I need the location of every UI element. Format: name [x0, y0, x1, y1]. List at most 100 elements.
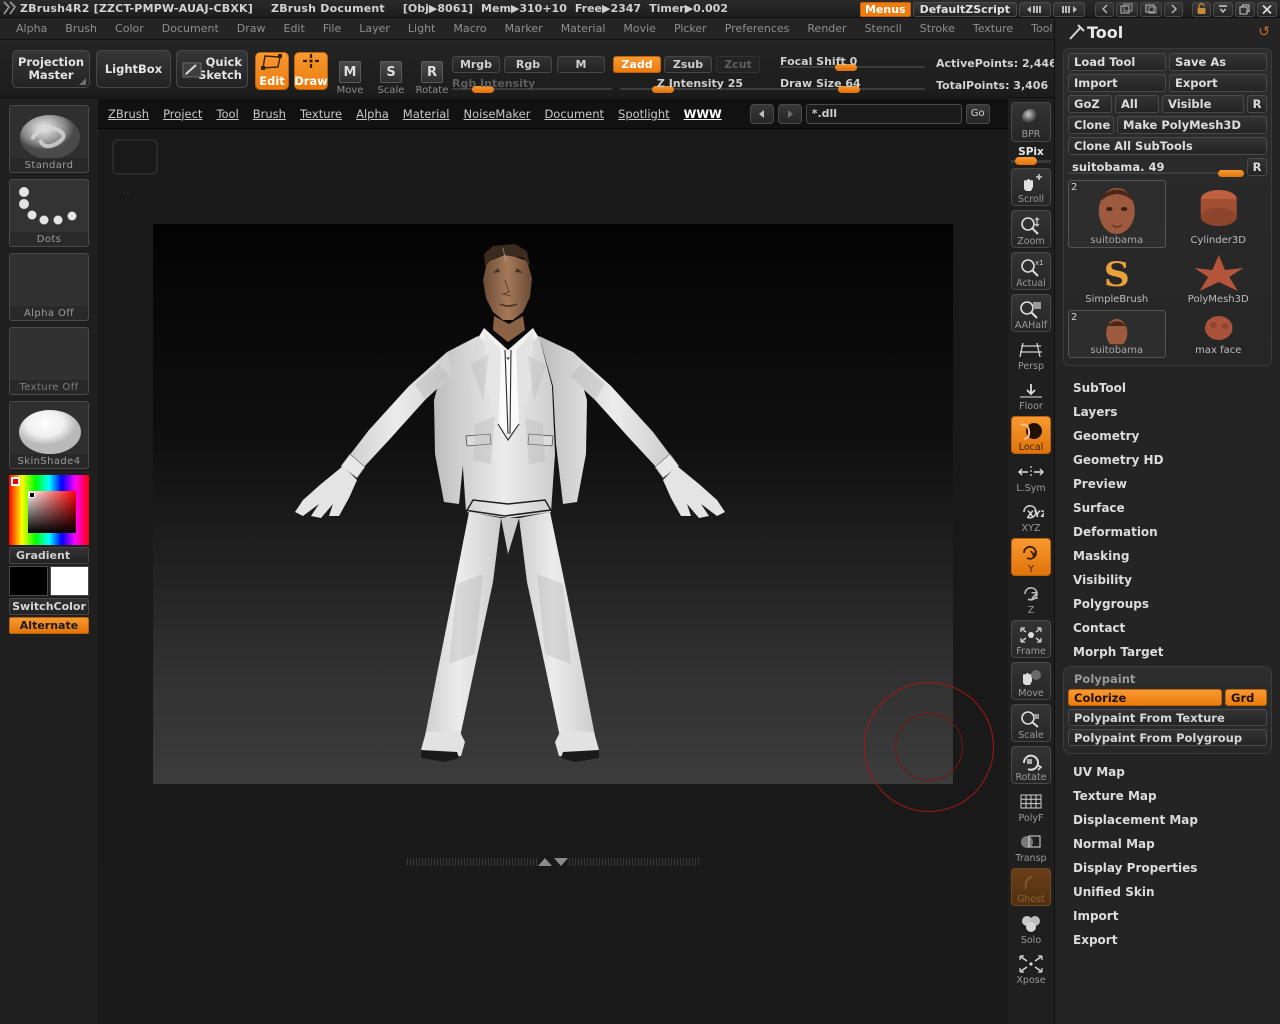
- nav-button-z[interactable]: ZZ: [1011, 580, 1051, 616]
- menu-item-stencil[interactable]: Stencil: [857, 19, 910, 38]
- nav-button-transp[interactable]: Transp: [1011, 828, 1051, 864]
- alternate-button[interactable]: Alternate: [9, 617, 89, 634]
- dropdown-corner-icon[interactable]: [79, 78, 86, 85]
- alpha-selector[interactable]: Alpha Off: [9, 253, 89, 321]
- r-button-1[interactable]: R: [1247, 95, 1267, 113]
- rgb-intensity-slider[interactable]: Rgb Intensity: [452, 76, 612, 93]
- window-prev-icon[interactable]: [1095, 1, 1114, 17]
- tool-thumb-maxface[interactable]: max face: [1170, 310, 1268, 358]
- tool-menu-import[interactable]: Import: [1055, 904, 1280, 928]
- tool-menu-masking[interactable]: Masking: [1055, 544, 1280, 568]
- edit-button[interactable]: Edit: [255, 52, 289, 90]
- menu-item-color[interactable]: Color: [107, 19, 152, 38]
- lightbox-go-button[interactable]: Go: [965, 103, 990, 124]
- menu-item-layer[interactable]: Layer: [351, 19, 398, 38]
- lightbox-tab-document[interactable]: Document: [544, 107, 604, 121]
- lightbox-tab-project[interactable]: Project: [163, 107, 202, 121]
- zscript-next-button[interactable]: [1053, 1, 1085, 17]
- projection-master-button[interactable]: Projection Master: [12, 50, 90, 88]
- menu-item-preferences[interactable]: Preferences: [717, 19, 798, 38]
- canvas-scroll-strip[interactable]: [98, 855, 1008, 869]
- tool-menu-uv-map[interactable]: UV Map: [1055, 760, 1280, 784]
- menu-item-picker[interactable]: Picker: [666, 19, 715, 38]
- lightbox-tab-www[interactable]: WWW: [684, 107, 722, 121]
- stroke-selector[interactable]: Dots: [9, 179, 89, 247]
- nav-button-xyz[interactable]: XYZ XYZ: [1011, 498, 1051, 534]
- nav-button-xpose[interactable]: Xpose: [1011, 950, 1051, 986]
- grd-button[interactable]: Grd: [1225, 689, 1267, 706]
- menu-item-brush[interactable]: Brush: [57, 19, 105, 38]
- tool-thumb-suitobama-small[interactable]: 2 suitobama: [1068, 310, 1166, 358]
- color-wheel[interactable]: [9, 475, 89, 545]
- menu-item-document[interactable]: Document: [154, 19, 227, 38]
- scroll-down-icon[interactable]: [554, 858, 568, 866]
- material-thumbnail[interactable]: SkinShade4: [9, 401, 89, 469]
- tile-windows-icon[interactable]: [1116, 1, 1138, 17]
- lightbox-tab-alpha[interactable]: Alpha: [356, 107, 389, 121]
- document-area[interactable]: [153, 224, 953, 784]
- draw-size-slider[interactable]: Draw Size 64: [780, 76, 925, 93]
- saturation-value-square[interactable]: [28, 491, 76, 533]
- lightbox-prev-button[interactable]: [749, 103, 774, 124]
- menu-item-texture[interactable]: Texture: [965, 19, 1021, 38]
- spix-knob[interactable]: [1015, 157, 1037, 165]
- color-picker-panel[interactable]: Gradient SwitchColor Alternate: [9, 475, 89, 634]
- zsub-button[interactable]: Zsub: [664, 56, 712, 73]
- tool-menu-surface[interactable]: Surface: [1055, 496, 1280, 520]
- tool-menu-geometry[interactable]: Geometry: [1055, 424, 1280, 448]
- primary-color-swatch[interactable]: [9, 566, 48, 596]
- polypaint-from-texture-button[interactable]: Polypaint From Texture: [1068, 709, 1267, 726]
- nav-button-scale[interactable]: Scale: [1011, 704, 1051, 742]
- menu-item-material[interactable]: Material: [553, 19, 614, 38]
- nav-button-ghost[interactable]: Ghost: [1011, 868, 1051, 906]
- material-selector[interactable]: SkinShade4: [9, 401, 89, 469]
- import-button[interactable]: Import: [1068, 74, 1166, 92]
- tool-menu-preview[interactable]: Preview: [1055, 472, 1280, 496]
- cycle-windows-icon[interactable]: [1140, 1, 1162, 17]
- nav-button-y[interactable]: YY: [1011, 538, 1051, 576]
- close-icon[interactable]: [1257, 1, 1277, 17]
- tool-menu-layers[interactable]: Layers: [1055, 400, 1280, 424]
- canvas-viewport[interactable]: ··: [98, 129, 1008, 869]
- rgb-button[interactable]: Rgb: [504, 56, 552, 73]
- tool-menu-visibility[interactable]: Visibility: [1055, 568, 1280, 592]
- colorize-button[interactable]: Colorize: [1068, 689, 1222, 706]
- stroke-thumbnail[interactable]: Dots: [9, 179, 89, 247]
- quick-sketch-button[interactable]: Quick Sketch: [176, 50, 248, 88]
- clone-all-subtools-button[interactable]: Clone All SubTools: [1068, 137, 1267, 155]
- color-swatches[interactable]: [9, 566, 89, 596]
- tool-menu-export[interactable]: Export: [1055, 928, 1280, 952]
- nav-button-solo[interactable]: Solo: [1011, 910, 1051, 946]
- restore-icon[interactable]: [1235, 1, 1255, 17]
- menu-item-render[interactable]: Render: [799, 19, 854, 38]
- menus-toggle[interactable]: Menus: [859, 1, 911, 17]
- tool-menu-morph-target[interactable]: Morph Target: [1055, 640, 1280, 664]
- model-render[interactable]: [153, 224, 953, 784]
- rotate-button[interactable]: R Rotate: [415, 52, 449, 96]
- tool-thumb-cylinder3d[interactable]: Cylinder3D: [1170, 180, 1268, 248]
- all-button[interactable]: All: [1115, 95, 1159, 113]
- nav-button-local[interactable]: Local: [1011, 416, 1051, 454]
- zadd-button[interactable]: Zadd: [613, 56, 661, 73]
- make-polymesh3d-button[interactable]: Make PolyMesh3D: [1117, 116, 1267, 134]
- lightbox-next-button[interactable]: [777, 103, 802, 124]
- lightbox-tab-zbrush[interactable]: ZBrush: [108, 107, 149, 121]
- tool-menu-unified-skin[interactable]: Unified Skin: [1055, 880, 1280, 904]
- nav-button-frame[interactable]: Frame: [1011, 620, 1051, 658]
- scroll-up-icon[interactable]: [538, 858, 552, 866]
- tool-menu-normal-map[interactable]: Normal Map: [1055, 832, 1280, 856]
- texture-selector[interactable]: Texture Off: [9, 327, 89, 395]
- nav-button-move[interactable]: Move: [1011, 662, 1051, 700]
- menu-item-file[interactable]: File: [315, 19, 349, 38]
- nav-button-aahalf[interactable]: AAHalf: [1011, 294, 1051, 332]
- tool-menu-polygroups[interactable]: Polygroups: [1055, 592, 1280, 616]
- lightbox-tab-texture[interactable]: Texture: [300, 107, 342, 121]
- polypaint-from-polygroup-button[interactable]: Polypaint From Polygroup: [1068, 729, 1267, 746]
- menu-item-stroke[interactable]: Stroke: [912, 19, 963, 38]
- move-button[interactable]: M Move: [333, 52, 367, 96]
- tool-menu-contact[interactable]: Contact: [1055, 616, 1280, 640]
- nav-button-zoom[interactable]: Zoom: [1011, 210, 1051, 248]
- nav-button-polyf[interactable]: PolyF: [1011, 788, 1051, 824]
- menu-item-marker[interactable]: Marker: [497, 19, 551, 38]
- lightbox-button[interactable]: LightBox: [96, 50, 171, 88]
